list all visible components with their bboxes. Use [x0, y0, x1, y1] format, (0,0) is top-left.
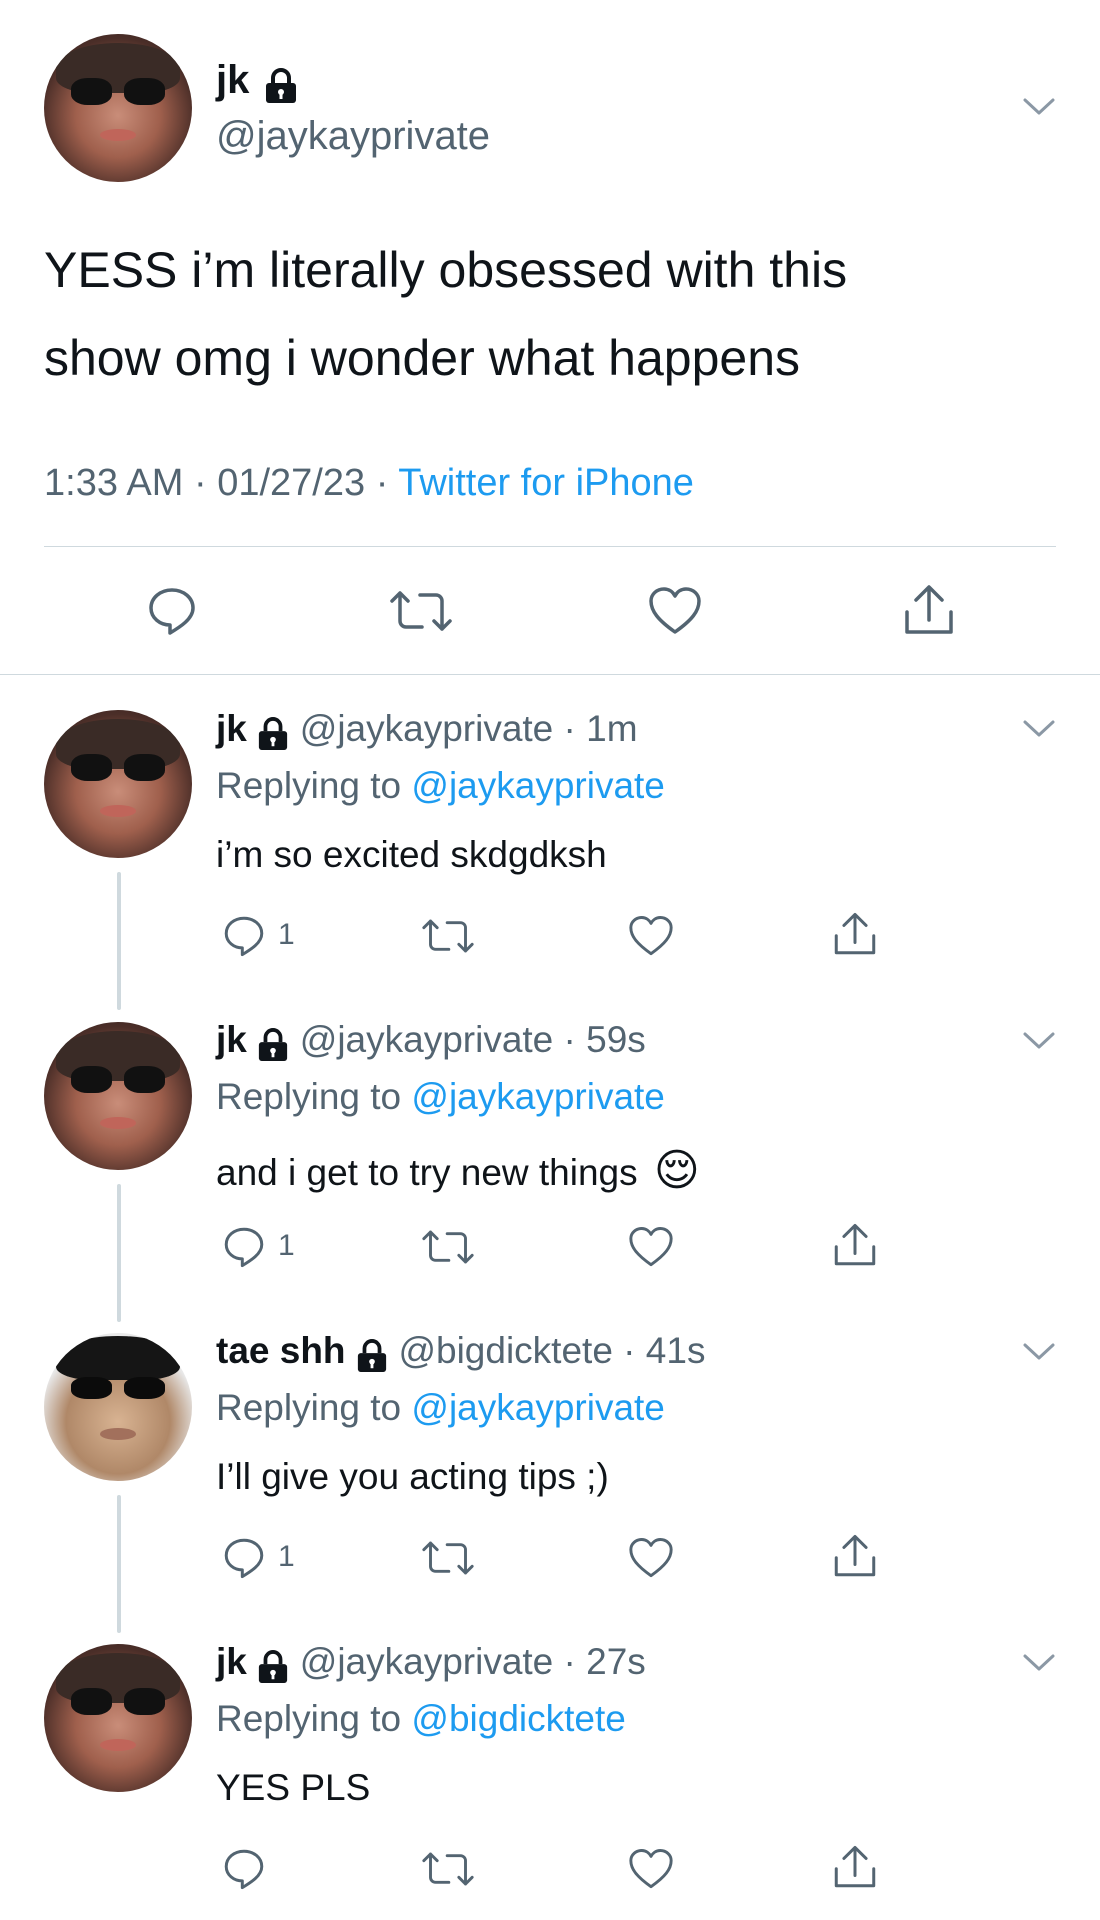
reply-icon[interactable]	[222, 1847, 266, 1891]
reply-text: i’m so excited skdgdksh	[216, 834, 607, 875]
handle[interactable]: @jaykayprivate	[300, 1641, 554, 1682]
reply-count: 1	[278, 918, 295, 951]
tweet-source[interactable]: Twitter for iPhone	[398, 462, 694, 504]
avatar[interactable]	[44, 34, 192, 182]
display-name[interactable]: jk	[216, 1641, 247, 1682]
share-icon[interactable]	[832, 1532, 878, 1580]
reply-text: and i get to try new things 😌	[216, 1146, 700, 1195]
chevron-down-icon[interactable]	[1022, 1030, 1056, 1057]
author-line: jk	[216, 58, 298, 109]
retweet-icon[interactable]	[420, 1849, 476, 1889]
handle[interactable]: @bigdicktete	[398, 1330, 612, 1371]
like-icon[interactable]	[628, 1226, 674, 1268]
thread-line	[117, 872, 121, 1010]
divider	[0, 674, 1100, 675]
timestamp[interactable]: 1m	[586, 708, 637, 749]
tweet-text-line-1: YESS i’m literally obsessed with this	[44, 242, 848, 298]
author-line: jk @jaykayprivate · 59s	[216, 1019, 646, 1067]
replying-to: Replying to @bigdicktete	[216, 1698, 626, 1739]
share-icon[interactable]	[832, 1221, 878, 1269]
replying-to-link[interactable]: @jaykayprivate	[411, 765, 665, 806]
timestamp[interactable]: 59s	[586, 1019, 646, 1060]
avatar[interactable]	[44, 1644, 192, 1792]
like-icon[interactable]	[628, 1848, 674, 1890]
timestamp[interactable]: 27s	[586, 1641, 646, 1682]
avatar[interactable]	[44, 1333, 192, 1481]
share-icon[interactable]	[902, 582, 956, 638]
like-icon[interactable]	[648, 586, 702, 636]
timestamp[interactable]: 41s	[646, 1330, 706, 1371]
author-line: jk @jaykayprivate · 27s	[216, 1641, 646, 1689]
display-name[interactable]: jk	[216, 1019, 247, 1060]
share-icon[interactable]	[832, 1843, 878, 1891]
reply-icon[interactable]	[222, 914, 266, 958]
share-icon[interactable]	[832, 910, 878, 958]
display-name[interactable]: jk	[216, 708, 247, 749]
replying-to-link[interactable]: @jaykayprivate	[411, 1387, 665, 1428]
chevron-down-icon[interactable]	[1022, 718, 1056, 745]
lock-icon	[264, 68, 298, 109]
lock-icon	[356, 1339, 388, 1378]
like-icon[interactable]	[628, 1537, 674, 1579]
retweet-icon[interactable]	[420, 1538, 476, 1578]
replying-to: Replying to @jaykayprivate	[216, 1076, 665, 1117]
tweet-meta: 1:33 AM · 01/27/23 · Twitter for iPhone	[44, 462, 694, 504]
reply-count: 1	[278, 1540, 295, 1573]
retweet-icon[interactable]	[420, 1227, 476, 1267]
display-name[interactable]: tae shh	[216, 1330, 346, 1371]
lock-icon	[257, 1650, 289, 1689]
tweet-date[interactable]: 01/27/23	[217, 462, 365, 504]
replying-to: Replying to @jaykayprivate	[216, 1387, 665, 1428]
like-icon[interactable]	[628, 915, 674, 957]
reply-text: I’ll give you acting tips ;)	[216, 1456, 609, 1497]
divider	[44, 546, 1056, 547]
display-name[interactable]: jk	[216, 58, 249, 102]
reply-text: YES PLS	[216, 1767, 371, 1808]
avatar[interactable]	[44, 710, 192, 858]
lock-icon	[257, 717, 289, 756]
retweet-icon[interactable]	[388, 587, 454, 635]
tweet-text-line-2: show omg i wonder what happens	[44, 330, 801, 386]
author-line: jk @jaykayprivate · 1m	[216, 708, 638, 756]
relieved-face-emoji: 😌	[653, 1146, 700, 1195]
avatar[interactable]	[44, 1022, 192, 1170]
reply-icon[interactable]	[222, 1225, 266, 1269]
retweet-icon[interactable]	[420, 916, 476, 956]
chevron-down-icon[interactable]	[1022, 1652, 1056, 1679]
handle[interactable]: @jaykayprivate	[300, 708, 554, 749]
replying-to-link[interactable]: @jaykayprivate	[411, 1076, 665, 1117]
replying-to-link[interactable]: @bigdicktete	[411, 1698, 625, 1739]
reply-icon[interactable]	[222, 1536, 266, 1580]
author-line: tae shh @bigdicktete · 41s	[216, 1330, 705, 1378]
reply-icon[interactable]	[146, 585, 198, 637]
reply-count: 1	[278, 1229, 295, 1262]
handle[interactable]: @jaykayprivate	[216, 114, 490, 159]
lock-icon	[257, 1028, 289, 1067]
chevron-down-icon[interactable]	[1022, 1341, 1056, 1368]
chevron-down-icon[interactable]	[1022, 96, 1056, 123]
replying-to: Replying to @jaykayprivate	[216, 765, 665, 806]
thread-line	[117, 1495, 121, 1633]
handle[interactable]: @jaykayprivate	[300, 1019, 554, 1060]
tweet-time[interactable]: 1:33 AM	[44, 462, 183, 504]
thread-line	[117, 1184, 121, 1322]
